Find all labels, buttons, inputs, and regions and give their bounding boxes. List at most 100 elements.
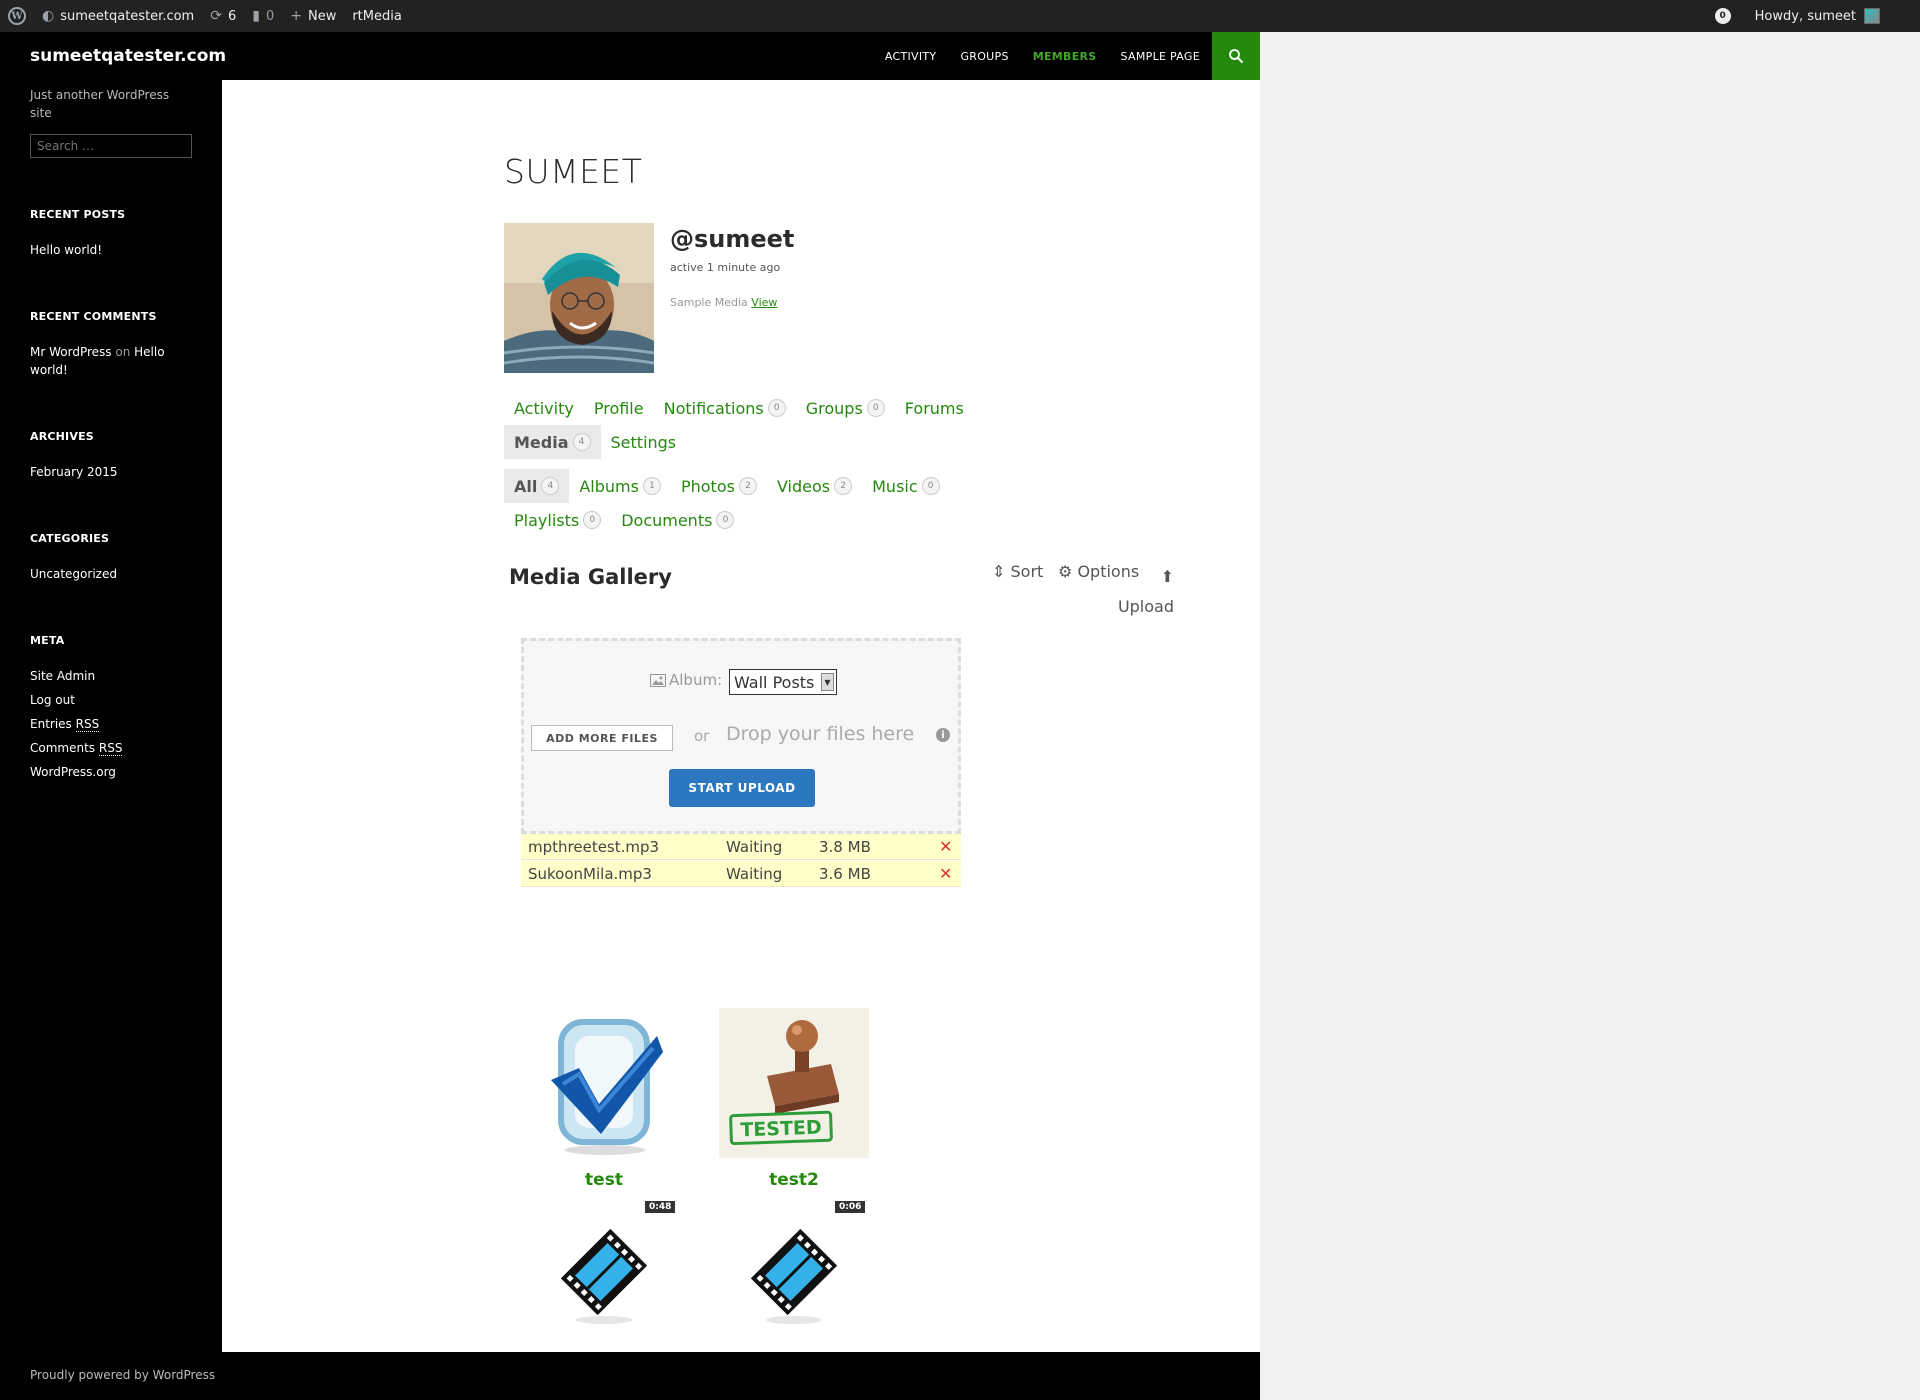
gear-icon: ⚙ [1058, 562, 1073, 581]
comments-menu[interactable]: ▮ 0 [244, 0, 282, 32]
upload-dropzone[interactable]: Album: Wall Posts ▼ ADD MORE FILES or Dro… [521, 638, 961, 834]
documents-count-badge: 0 [716, 511, 735, 529]
remove-icon[interactable]: ✕ [939, 837, 952, 856]
meta-widget: META Site Admin Log out Entries RSS Comm… [30, 634, 200, 787]
upload-icon: ⬆ [1160, 567, 1174, 586]
music-count-badge: 0 [921, 477, 940, 495]
photos-count-badge: 2 [738, 477, 757, 495]
media-item[interactable]: test [524, 1008, 684, 1198]
album-select[interactable]: Wall Posts ▼ [729, 669, 837, 695]
video-file-icon [750, 1228, 838, 1324]
nav-sample-page[interactable]: SAMPLE PAGE [1121, 50, 1200, 63]
wordpress-logo-icon: W [8, 7, 26, 25]
queue-file-size: 3.8 MB [819, 838, 871, 856]
media-thumbnail[interactable] [529, 1008, 679, 1158]
archive-link[interactable]: February 2015 [30, 463, 200, 481]
site-header: sumeetqatester.com ACTIVITY GROUPS MEMBE… [0, 32, 1260, 80]
media-tab-music[interactable]: Music 0 [862, 469, 950, 503]
notifications-menu[interactable]: 0 [1707, 0, 1747, 32]
sort-icon: ⇕ [992, 562, 1006, 581]
archives-widget: ARCHIVES February 2015 [30, 430, 200, 487]
nav-groups[interactable]: GROUPS [960, 50, 1008, 63]
view-update-link[interactable]: View [751, 296, 777, 309]
my-account-menu[interactable]: Howdy, sumeet [1747, 0, 1920, 32]
groups-count-badge: 0 [866, 399, 885, 417]
notifications-count: 0 [1714, 8, 1731, 24]
comment-icon: ▮ [252, 8, 260, 24]
media-tab-videos[interactable]: Videos 2 [767, 469, 862, 503]
category-link[interactable]: Uncategorized [30, 565, 200, 583]
avatar-small [1864, 8, 1880, 24]
member-tab-forums[interactable]: Forums [895, 391, 974, 425]
search-toggle-button[interactable] [1212, 32, 1260, 80]
site-name-menu[interactable]: ◐ sumeetqatester.com [34, 0, 202, 32]
image-icon [650, 673, 666, 687]
last-active-text: active 1 minute ago [670, 261, 781, 274]
wp-logo-menu[interactable]: W [0, 0, 34, 32]
member-tab-profile[interactable]: Profile [584, 391, 654, 425]
media-thumbnail[interactable] [529, 1208, 679, 1358]
member-tab-media[interactable]: Media 4 [504, 425, 601, 459]
upload-queue-row: mpthreetest.mp3 Waiting 3.8 MB ✕ [521, 834, 961, 860]
entries-rss-link[interactable]: Entries RSS [30, 715, 200, 733]
recent-comments-widget: RECENT COMMENTS Mr WordPress on Hello wo… [30, 310, 200, 385]
widget-title: META [30, 634, 65, 647]
media-tab-playlists[interactable]: Playlists 0 [504, 503, 611, 537]
member-tab-groups[interactable]: Groups 0 [796, 391, 895, 425]
queue-file-name: mpthreetest.mp3 [528, 838, 660, 856]
comments-rss-link[interactable]: Comments RSS [30, 739, 200, 757]
media-item[interactable]: TESTED test2 [714, 1008, 874, 1198]
start-upload-button[interactable]: START UPLOAD [669, 769, 815, 807]
admin-bar: W ◐ sumeetqatester.com ⟳ 6 ▮ 0 + New rtMedia… [0, 0, 1920, 32]
member-tab-notifications[interactable]: Notifications 0 [654, 391, 796, 425]
sort-button[interactable]: ⇕ Sort [992, 562, 1043, 581]
media-tab-photos[interactable]: Photos 2 [671, 469, 767, 503]
playlists-count-badge: 0 [583, 511, 602, 529]
site-title-link[interactable]: sumeetqatester.com [30, 46, 226, 66]
media-thumbnail[interactable]: TESTED [719, 1008, 869, 1158]
latest-update: Sample Media View [670, 296, 778, 309]
recent-post-link[interactable]: Hello world! [30, 241, 200, 259]
media-title-link[interactable]: test [524, 1170, 684, 1190]
albums-count-badge: 1 [642, 477, 661, 495]
widget-title: ARCHIVES [30, 430, 94, 443]
video-duration-badge: 0:06 [835, 1201, 866, 1213]
stamp-image: TESTED [719, 1008, 869, 1158]
nav-members[interactable]: MEMBERS [1033, 50, 1097, 63]
add-more-files-button[interactable]: ADD MORE FILES [531, 725, 673, 751]
media-tab-documents[interactable]: Documents 0 [611, 503, 744, 537]
media-thumbnail[interactable] [719, 1208, 869, 1358]
upload-button[interactable]: ⬆ Upload [1116, 562, 1174, 622]
member-avatar[interactable] [504, 223, 654, 373]
media-title-link[interactable]: test2 [714, 1170, 874, 1190]
stamp-text: TESTED [740, 1117, 822, 1142]
video-duration-badge: 0:48 [645, 1201, 676, 1213]
site-admin-link[interactable]: Site Admin [30, 667, 200, 685]
member-username: @sumeet [670, 225, 795, 253]
queue-file-size: 3.6 MB [819, 865, 871, 883]
primary-navigation: ACTIVITY GROUPS MEMBERS SAMPLE PAGE [873, 32, 1212, 80]
new-content-menu[interactable]: + New [282, 0, 344, 32]
rtmedia-menu[interactable]: rtMedia [344, 0, 410, 32]
info-icon[interactable]: i [936, 728, 950, 742]
member-tab-activity[interactable]: Activity [504, 391, 584, 425]
widget-title: RECENT COMMENTS [30, 310, 157, 323]
recent-comment-item: Mr WordPress on Hello world! [30, 345, 165, 377]
member-tab-settings[interactable]: Settings [601, 425, 687, 459]
comment-author-link[interactable]: Mr WordPress [30, 345, 112, 359]
sidebar-search-input[interactable] [30, 134, 192, 158]
powered-by-link[interactable]: Proudly powered by WordPress [30, 1368, 215, 1382]
remove-icon[interactable]: ✕ [939, 864, 952, 883]
drop-files-text: Drop your files here [726, 723, 915, 745]
log-out-link[interactable]: Log out [30, 691, 200, 709]
upload-queue-row: SukoonMila.mp3 Waiting 3.6 MB ✕ [521, 861, 961, 887]
media-count-badge: 4 [572, 433, 591, 451]
wordpress-org-link[interactable]: WordPress.org [30, 763, 200, 781]
site-tagline: Just another WordPress site [30, 88, 170, 120]
updates-icon: ⟳ [210, 8, 222, 24]
media-tab-albums[interactable]: Albums 1 [569, 469, 671, 503]
nav-activity[interactable]: ACTIVITY [885, 50, 937, 63]
media-tab-all[interactable]: All 4 [504, 469, 570, 503]
updates-menu[interactable]: ⟳ 6 [202, 0, 244, 32]
avatar-photo [504, 223, 654, 373]
